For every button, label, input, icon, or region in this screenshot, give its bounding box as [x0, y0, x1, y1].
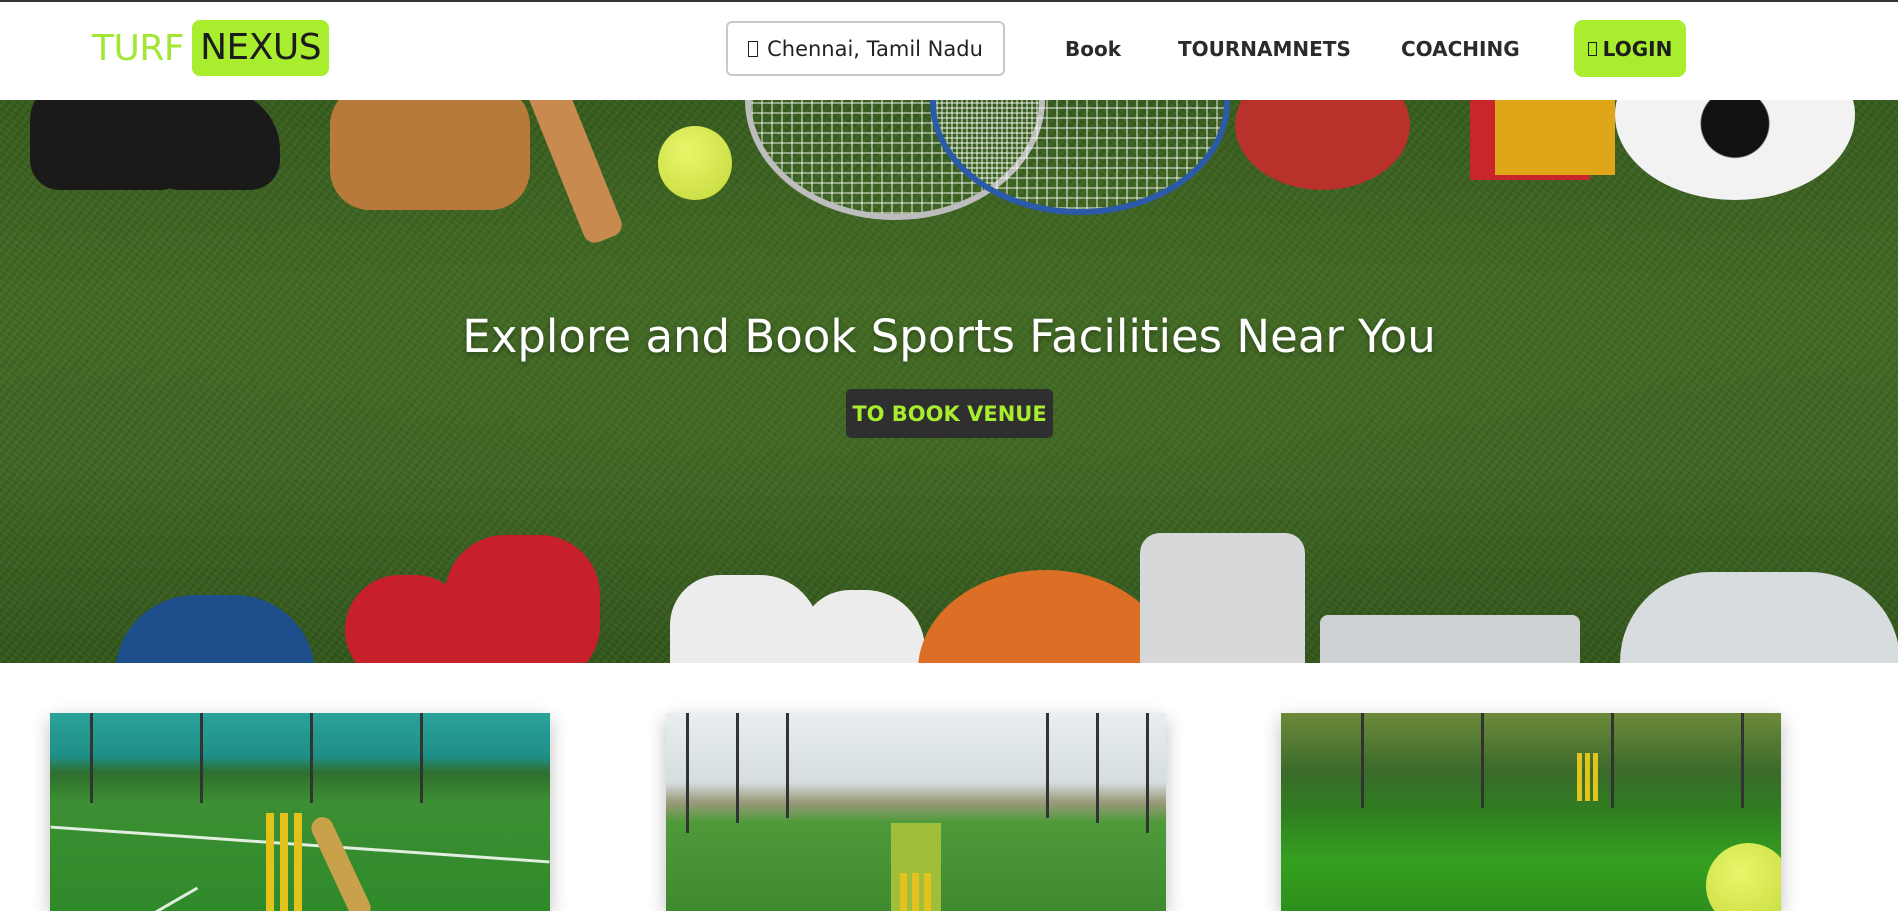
cricket-stumps-image [1577, 753, 1582, 801]
soccer-ball-image [1615, 100, 1855, 200]
cricket-stumps-image [280, 813, 288, 911]
rugby-ball-image [1235, 100, 1410, 190]
referee-card-image [1495, 100, 1615, 175]
location-selector[interactable]: Chennai, Tamil Nadu [726, 21, 1005, 76]
baseball-glove-image [330, 100, 530, 210]
login-label: LOGIN [1602, 36, 1673, 61]
cricket-stumps-image [912, 873, 919, 911]
location-label: Chennai, Tamil Nadu [767, 36, 983, 61]
hero-banner: Explore and Book Sports Facilities Near … [0, 100, 1898, 663]
book-venue-button[interactable]: TO BOOK VENUE [846, 389, 1053, 438]
sneaker-image [800, 590, 925, 663]
cricket-stumps-image [294, 813, 302, 911]
tennis-ball-image [1706, 843, 1781, 911]
baseball-bat-image [524, 100, 626, 247]
nav-book-link[interactable]: Book [1065, 37, 1121, 61]
cricket-stumps-image [900, 873, 907, 911]
cricket-helmet-image [1620, 572, 1898, 663]
user-icon [1587, 41, 1597, 56]
brand-logo[interactable]: TURF NEXUS [92, 20, 330, 76]
tennis-ball-image [658, 126, 732, 200]
venue-card-1[interactable] [50, 713, 550, 911]
cricket-bat-image [307, 813, 375, 911]
boxing-glove-image [445, 535, 600, 663]
nav-coaching-link[interactable]: COACHING [1401, 37, 1520, 61]
cricket-stumps-image [266, 813, 274, 911]
login-button[interactable]: LOGIN [1574, 20, 1686, 77]
site-header: TURF NEXUS Chennai, Tamil Nadu Book TOUR… [0, 2, 1898, 100]
keeper-glove-image [1140, 533, 1305, 663]
bike-helmet-image [115, 595, 315, 663]
hero-title: Explore and Book Sports Facilities Near … [462, 310, 1436, 363]
venue-card-2[interactable] [666, 713, 1166, 911]
venue-card-3[interactable] [1281, 713, 1781, 911]
nav-tournaments-link[interactable]: TOURNAMNETS [1178, 37, 1351, 61]
basketball-image [918, 570, 1173, 663]
brand-logo-turf: TURF [92, 27, 185, 69]
brand-logo-nexus: NEXUS [192, 20, 330, 76]
shin-pad-image [1320, 615, 1580, 663]
crease-line [144, 886, 199, 911]
cricket-stumps-image [1585, 753, 1590, 801]
cricket-stumps-image [1593, 753, 1598, 801]
map-marker-icon [748, 40, 759, 57]
cleat-shoe-image [150, 100, 280, 190]
sneaker-image [670, 575, 820, 663]
cricket-stumps-image [924, 873, 931, 911]
